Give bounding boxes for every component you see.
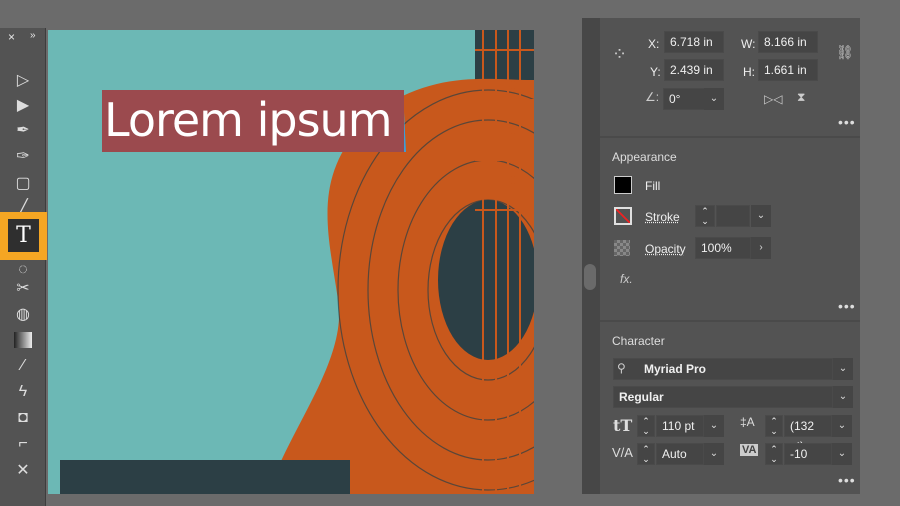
kerning-chevron-icon[interactable]: ⌄ xyxy=(704,443,724,465)
stroke-swatch[interactable] xyxy=(614,207,632,225)
selection-tool-icon[interactable]: ▷ xyxy=(10,68,36,92)
blend-tool-icon[interactable]: ✕ xyxy=(10,458,36,482)
gradient-tool-icon[interactable] xyxy=(10,328,36,352)
font-size-field[interactable]: 110 pt xyxy=(656,415,704,437)
stroke-label[interactable]: Stroke xyxy=(645,210,680,224)
angle-dropdown-chevron-icon[interactable]: ⌄ xyxy=(704,88,724,110)
artboard-canvas[interactable]: Lorem ipsum xyxy=(48,30,534,494)
shape-builder-tool-icon[interactable]: ◍ xyxy=(10,302,36,326)
tracking-field[interactable]: -10 xyxy=(784,443,832,465)
flip-vertical-icon[interactable]: ⧗ xyxy=(797,90,805,105)
h-label: H: xyxy=(743,65,755,79)
tracking-icon: VA xyxy=(740,444,759,456)
kerning-field[interactable]: Auto xyxy=(656,443,704,465)
tracking-stepper[interactable]: ⌃ ⌄ xyxy=(765,443,783,465)
x-field[interactable]: 6.718 in xyxy=(664,31,724,53)
leading-stepper[interactable]: ⌃ ⌄ xyxy=(765,415,783,437)
constrain-proportions-icon[interactable]: ⛓ xyxy=(836,44,854,61)
font-family-field[interactable]: Myriad Pro xyxy=(613,358,833,380)
panel-collapse-handle[interactable] xyxy=(584,264,596,290)
leading-field[interactable]: (132 pt) xyxy=(784,415,832,453)
leading-chevron-icon[interactable]: ⌄ xyxy=(832,415,852,437)
divider xyxy=(600,136,860,138)
divider xyxy=(600,320,860,322)
flip-horizontal-icon[interactable]: ▷◁ xyxy=(764,92,782,106)
leading-icon: ‡A xyxy=(740,415,755,429)
h-field[interactable]: 1.661 in xyxy=(758,59,818,81)
puppet-warp-tool-icon[interactable]: ϟ xyxy=(10,380,36,404)
panel-dock-strip xyxy=(582,18,600,494)
y-field[interactable]: 2.439 in xyxy=(664,59,724,81)
character-title: Character xyxy=(612,334,665,348)
search-icon: ⚲ xyxy=(617,361,626,375)
tools-panel: × » ▷ ▶ ✒ ✑ ▢ ╱ T ◌ ✂ ◍ ⁄ ϟ ◘ ⌐ ✕ xyxy=(0,28,47,506)
artboard-tool-icon[interactable]: ⌐ xyxy=(10,432,36,456)
font-size-stepper[interactable]: ⌃ ⌄ xyxy=(637,415,655,437)
rectangle-tool-icon[interactable]: ▢ xyxy=(10,171,36,195)
opacity-field[interactable]: 100% xyxy=(695,237,751,259)
appearance-title: Appearance xyxy=(612,150,677,164)
reference-point-icon[interactable]: ⁘ xyxy=(612,44,627,65)
transform-more-options[interactable]: ••• xyxy=(838,114,856,130)
font-size-chevron-icon[interactable]: ⌄ xyxy=(704,415,724,437)
blend-shapes-tool-icon[interactable]: ◘ xyxy=(10,406,36,430)
scissors-tool-icon[interactable]: ✂ xyxy=(10,276,36,300)
stroke-weight-field[interactable] xyxy=(716,205,750,227)
font-style-chevron-icon[interactable]: ⌄ xyxy=(833,386,853,408)
headline-text[interactable]: Lorem ipsum xyxy=(104,90,393,150)
opacity-icon xyxy=(614,240,630,256)
rotate-angle-field[interactable]: 0° xyxy=(663,88,705,110)
close-icon[interactable]: × xyxy=(8,30,15,44)
w-field[interactable]: 8.166 in xyxy=(758,31,818,53)
stroke-dropdown-chevron-icon[interactable]: ⌄ xyxy=(751,205,771,227)
font-family-chevron-icon[interactable]: ⌄ xyxy=(833,358,853,380)
stroke-weight-stepper[interactable]: ⌃ ⌄ xyxy=(695,205,715,227)
font-size-icon: tT xyxy=(613,416,633,435)
x-label: X: xyxy=(648,37,660,51)
tracking-chevron-icon[interactable]: ⌄ xyxy=(832,443,852,465)
type-tool-icon[interactable]: T xyxy=(8,219,39,252)
pen-tool-icon[interactable]: ✒ xyxy=(10,118,36,142)
fill-label: Fill xyxy=(645,179,661,193)
y-label: Y: xyxy=(650,65,661,79)
effects-button[interactable]: fx. xyxy=(620,272,633,286)
curvature-tool-icon[interactable]: ✑ xyxy=(10,144,36,168)
fill-swatch[interactable] xyxy=(614,176,632,194)
angle-icon: ∠: xyxy=(645,90,660,104)
kerning-icon: V/A xyxy=(612,445,633,460)
character-more-options[interactable]: ••• xyxy=(838,472,856,488)
opacity-arrow-icon[interactable]: › xyxy=(751,237,771,259)
w-label: W: xyxy=(741,37,756,51)
eyedropper-tool-icon[interactable]: ⁄ xyxy=(10,354,36,378)
direct-selection-tool-icon[interactable]: ▶ xyxy=(10,93,36,117)
kerning-stepper[interactable]: ⌃ ⌄ xyxy=(637,443,655,465)
opacity-label[interactable]: Opacity xyxy=(645,242,686,256)
appearance-more-options[interactable]: ••• xyxy=(838,298,856,314)
font-style-field[interactable]: Regular xyxy=(613,386,833,408)
collapse-icon[interactable]: » xyxy=(30,30,36,41)
